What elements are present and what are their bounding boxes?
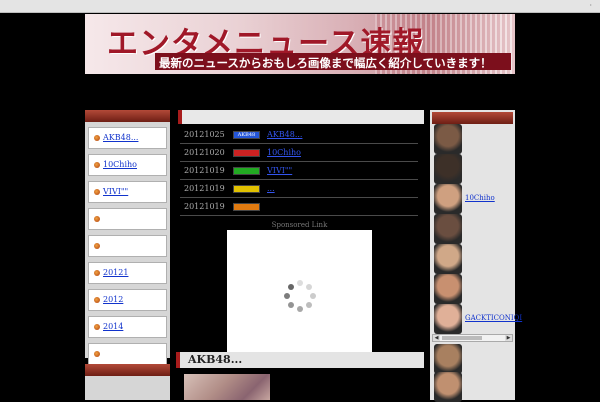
news-link[interactable]: VIVI"" (267, 166, 292, 175)
sidebar-item[interactable]: 20121 (88, 262, 167, 284)
person-item[interactable] (432, 274, 512, 304)
news-section-header (178, 110, 424, 124)
person-photo (434, 304, 462, 334)
scroll-right-icon[interactable]: ▶ (505, 335, 512, 341)
banner-subtitle-strip: 最新のニュースからおもしろ画像まで幅広く紹介していきます！ (155, 53, 511, 70)
top-bar: · (0, 0, 600, 13)
sidebar-link[interactable]: AKB48... (103, 133, 138, 142)
news-row[interactable]: 20121025 AKB48 AKB48... (180, 126, 418, 144)
news-row[interactable]: 20121019 (180, 198, 418, 216)
news-date: 20121019 (184, 202, 225, 211)
sidebar-item[interactable]: 2012 (88, 289, 167, 311)
loading-spinner-icon (284, 280, 316, 312)
person-link[interactable]: GACKTICONIQI (465, 314, 522, 322)
news-link[interactable]: AKB48... (267, 130, 302, 139)
top-bar-text: · (589, 1, 592, 10)
person-item[interactable] (432, 124, 512, 154)
news-date: 20121020 (184, 148, 225, 157)
sidebar-item[interactable]: VIVI"" (88, 181, 167, 203)
news-date: 20121019 (184, 184, 225, 193)
left-sidebar: AKB48... 10Chiho VIVI"" 20121 2012 2014 (85, 110, 170, 392)
news-date: 20121019 (184, 166, 225, 175)
bullet-icon (94, 351, 100, 357)
news-category-tag (233, 203, 260, 211)
scroll-left-icon[interactable]: ◀ (433, 335, 440, 341)
left-sidebar-second-header (85, 364, 170, 376)
person-link[interactable]: 10Chiho (465, 194, 495, 202)
site-subtitle: 最新のニュースからおもしろ画像まで幅広く紹介していきます！ (159, 56, 492, 70)
sidebar-link[interactable]: 2012 (103, 295, 123, 304)
person-photo (434, 214, 462, 244)
person-item[interactable]: 10Chiho (432, 184, 512, 214)
person-photo (434, 372, 462, 402)
sidebar-item[interactable] (88, 343, 167, 365)
article-thumbnail[interactable] (184, 374, 270, 400)
sidebar-item[interactable] (88, 208, 167, 230)
person-photo (434, 184, 462, 214)
person-item[interactable] (432, 214, 512, 244)
left-sidebar-header (85, 110, 170, 122)
news-category-tag (233, 185, 260, 193)
sidebar-item[interactable]: 10Chiho (88, 154, 167, 176)
person-item[interactable] (432, 344, 512, 374)
scroll-thumb[interactable] (442, 336, 482, 340)
bullet-icon (94, 216, 100, 222)
news-link[interactable]: ... (267, 184, 275, 193)
article-header: AKB48... (176, 352, 424, 368)
bullet-icon (94, 297, 100, 303)
sidebar-link[interactable]: 2014 (103, 322, 123, 331)
sidebar-link[interactable]: 20121 (103, 268, 128, 277)
sponsored-link-label: Sponsored Link (271, 221, 328, 229)
news-date: 20121025 (184, 130, 225, 139)
news-category-tag: AKB48 (233, 131, 260, 139)
sidebar-link[interactable]: VIVI"" (103, 187, 128, 196)
news-list: 20121025 AKB48 AKB48... 20121020 10Chiho… (180, 126, 418, 216)
person-item[interactable] (432, 154, 512, 184)
bullet-icon (94, 324, 100, 330)
sidebar-item[interactable]: AKB48... (88, 127, 167, 149)
news-row[interactable]: 20121019 VIVI"" (180, 162, 418, 180)
bullet-icon (94, 243, 100, 249)
sidebar-item[interactable] (88, 235, 167, 257)
news-link[interactable]: 10Chiho (267, 148, 301, 157)
article-title[interactable]: AKB48... (188, 353, 242, 366)
person-item[interactable] (432, 244, 512, 274)
person-photo (434, 154, 462, 184)
right-sidebar-header (432, 112, 513, 124)
news-row[interactable]: 20121020 10Chiho (180, 144, 418, 162)
site-banner[interactable]: エンタメニュース速報 最新のニュースからおもしろ画像まで幅広く紹介していきます！ (85, 14, 515, 74)
sidebar-item[interactable]: 2014 (88, 316, 167, 338)
person-photo (434, 244, 462, 274)
news-category-tag (233, 167, 260, 175)
news-row[interactable]: 20121019 ... (180, 180, 418, 198)
person-item[interactable] (432, 372, 512, 402)
left-sidebar-second-box (85, 364, 170, 400)
bullet-icon (94, 189, 100, 195)
person-photo (434, 274, 462, 304)
horizontal-scrollbar[interactable]: ◀ ▶ (432, 334, 513, 342)
sidebar-link[interactable]: 10Chiho (103, 160, 137, 169)
news-category-tag (233, 149, 260, 157)
person-photo (434, 124, 462, 154)
bullet-icon (94, 162, 100, 168)
person-photo (434, 344, 462, 374)
bullet-icon (94, 135, 100, 141)
bullet-icon (94, 270, 100, 276)
person-item[interactable]: GACKTICONIQI (432, 304, 522, 334)
